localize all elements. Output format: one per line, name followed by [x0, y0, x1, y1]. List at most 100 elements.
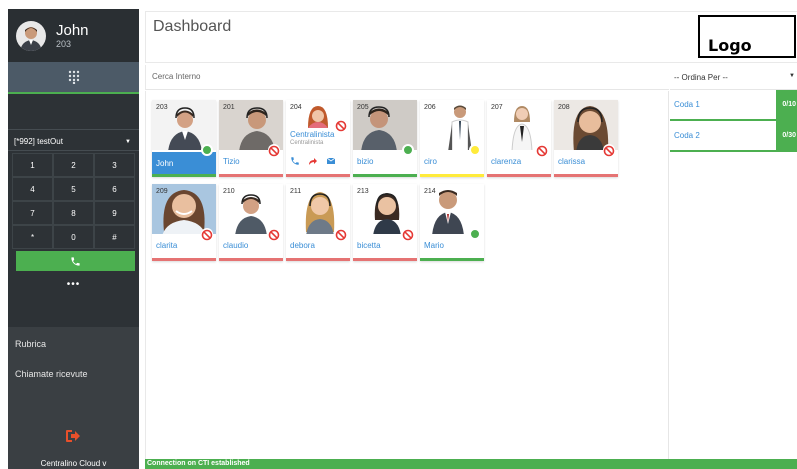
dialpad-key[interactable]: 8 [53, 201, 94, 225]
order-by-label: -- Ordina Per -- [674, 73, 728, 82]
avatar [16, 20, 46, 51]
contact-card[interactable]: 213 bicetta [353, 184, 417, 261]
order-by-select[interactable]: -- Ordina Per -- ▼ [670, 65, 797, 90]
connection-status-text: Connection on CTI established [147, 460, 250, 467]
queue-panel: -- Ordina Per -- ▼ Coda 1 0/10 Coda 2 0/… [670, 65, 797, 459]
line-select-value: [*992] testOut [14, 137, 63, 146]
dialpad-key[interactable]: 2 [53, 153, 94, 177]
do-not-disturb-icon [402, 228, 414, 241]
contact-name: clarenza [491, 157, 522, 166]
keypad-icon [68, 70, 79, 84]
keypad-toggle-button[interactable] [8, 62, 139, 94]
dial-number-input[interactable] [8, 100, 139, 130]
contacts-grid: 203 John 201 Tizio 204 Centralinista Cen… [145, 91, 669, 459]
contact-name: ciro [424, 157, 437, 166]
do-not-disturb-icon [201, 228, 213, 241]
dialpad-key[interactable]: 5 [53, 177, 94, 201]
logo-text: Logo [708, 36, 752, 55]
contact-extension: 213 [357, 188, 369, 195]
contact-extension: 206 [424, 104, 436, 111]
contact-card[interactable]: 203 John [152, 100, 216, 177]
contact-name: claudio [223, 241, 249, 250]
contact-card[interactable]: 204 Centralinista Centralinista [286, 100, 350, 177]
contact-extension: 207 [491, 104, 503, 111]
call-icon[interactable] [290, 156, 300, 166]
contact-card[interactable]: 210 claudio [219, 184, 283, 261]
logout-icon [66, 430, 80, 442]
dialpad-key[interactable]: 0 [53, 225, 94, 249]
contact-extension: 205 [357, 104, 369, 111]
do-not-disturb-icon [268, 144, 280, 157]
contact-actions [290, 156, 336, 166]
contact-name: clarita [156, 241, 178, 250]
sidebar-item-chiamate-ricevute[interactable]: Chiamate ricevute [8, 369, 88, 379]
chevron-down-icon: ▼ [789, 73, 795, 79]
contact-card[interactable]: 206 ciro [420, 100, 484, 177]
queue-count-badge: 0/30 [776, 121, 797, 150]
contact-role-subtitle: Centralinista [290, 140, 324, 146]
dialpad-key[interactable]: * [12, 225, 53, 249]
contact-name: bicetta [357, 241, 381, 250]
dialpad-key[interactable]: 7 [12, 201, 53, 225]
contact-extension: 209 [156, 188, 168, 195]
contact-extension: 211 [290, 188, 302, 195]
dialpad-key[interactable]: # [94, 225, 135, 249]
dialpad: 1 2 3 4 5 6 7 8 9 * 0 # [12, 153, 135, 249]
mail-icon[interactable] [326, 156, 336, 166]
contact-name: John [156, 159, 174, 168]
user-profile[interactable]: John 203 [8, 9, 139, 62]
contact-extension: 208 [558, 104, 570, 111]
queue-name: Coda 2 [674, 131, 700, 140]
do-not-disturb-icon [603, 144, 615, 157]
contact-extension: 214 [424, 188, 436, 195]
dialpad-key[interactable]: 3 [94, 153, 135, 177]
do-not-disturb-icon [268, 228, 280, 241]
user-name: John [56, 22, 89, 39]
sidebar: John 203 [*992] testOut ▼ 1 2 3 4 5 6 7 … [8, 9, 139, 469]
dialpad-key[interactable]: 4 [12, 177, 53, 201]
do-not-disturb-icon [335, 119, 347, 132]
contact-card[interactable]: 201 Tizio [219, 100, 283, 177]
chevron-down-icon: ▼ [125, 138, 131, 145]
status-available-icon [402, 144, 414, 156]
do-not-disturb-icon [536, 144, 548, 157]
do-not-disturb-icon [335, 228, 347, 241]
dialpad-key[interactable]: 6 [94, 177, 135, 201]
contact-name: bizio [357, 157, 374, 166]
contact-name: Tizio [223, 157, 240, 166]
queue-count-badge: 0/10 [776, 90, 797, 119]
status-available-icon [201, 144, 213, 156]
contact-card[interactable]: 205 bizio [353, 100, 417, 177]
transfer-icon[interactable] [308, 156, 318, 166]
queue-row[interactable]: Coda 1 0/10 [670, 90, 797, 121]
contact-name: debora [290, 241, 315, 250]
more-options-button[interactable]: ••• [8, 271, 139, 297]
contact-card[interactable]: 207 clarenza [487, 100, 551, 177]
search-input[interactable] [152, 72, 452, 81]
logo: Logo [698, 15, 796, 58]
call-button[interactable] [16, 251, 135, 271]
contact-card[interactable]: 209 clarita [152, 184, 216, 261]
dialpad-key[interactable]: 1 [12, 153, 53, 177]
status-available-icon [469, 228, 481, 240]
contact-name: clarissa [558, 157, 586, 166]
contact-card[interactable]: 208 clarissa [554, 100, 618, 177]
contact-role: Centralinista Centralinista [290, 130, 334, 148]
search-bar [145, 65, 669, 90]
contact-card[interactable]: 214 Mario [420, 184, 484, 261]
queue-name: Coda 1 [674, 100, 700, 109]
logout-button[interactable] [66, 429, 80, 447]
contact-extension: 210 [223, 188, 235, 195]
status-busy-icon [469, 144, 481, 156]
user-extension: 203 [56, 39, 72, 49]
contact-extension: 203 [156, 104, 168, 111]
sidebar-item-rubrica[interactable]: Rubrica [8, 339, 46, 349]
contact-extension: 201 [223, 104, 235, 111]
page-title: Dashboard [153, 18, 232, 35]
dialpad-key[interactable]: 9 [94, 201, 135, 225]
app-version-label: Centralino Cloud v [40, 459, 107, 468]
contact-card[interactable]: 211 debora [286, 184, 350, 261]
line-select[interactable]: [*992] testOut ▼ [8, 133, 139, 151]
app: John 203 [*992] testOut ▼ 1 2 3 4 5 6 7 … [0, 0, 797, 469]
queue-row[interactable]: Coda 2 0/30 [670, 121, 797, 152]
